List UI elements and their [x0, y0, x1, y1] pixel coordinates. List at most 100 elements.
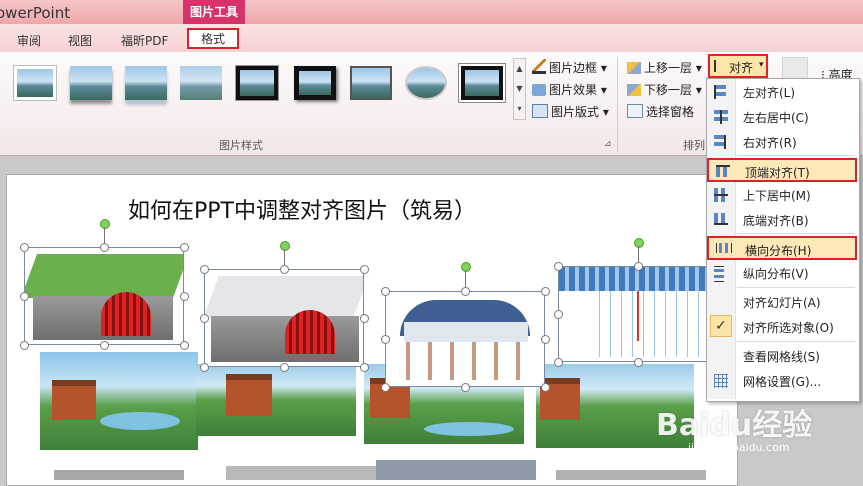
- group-separator: [617, 57, 618, 152]
- picture-style-thumb[interactable]: [405, 66, 447, 100]
- send-backward-button[interactable]: 下移一层 ▾: [627, 81, 702, 98]
- rotate-handle[interactable]: [634, 238, 644, 248]
- group-label-arrange: 排列: [683, 139, 705, 152]
- baidu-watermark-url: jingyan.baidu.com: [688, 441, 790, 454]
- rotate-stem: [638, 246, 639, 262]
- menu-item-align-middle[interactable]: 上下居中(M): [707, 183, 857, 207]
- check-icon: ✓: [715, 318, 727, 334]
- resize-handle[interactable]: [20, 292, 29, 301]
- bring-forward-button[interactable]: 上移一层 ▾: [627, 59, 702, 76]
- picture[interactable]: [40, 352, 198, 450]
- resize-handle[interactable]: [200, 363, 209, 372]
- picture-style-thumb[interactable]: [235, 65, 279, 101]
- resize-handle[interactable]: [180, 292, 189, 301]
- resize-handle[interactable]: [541, 335, 550, 344]
- picture-style-thumb[interactable]: [125, 66, 167, 100]
- menu-item-align-to-slide[interactable]: 对齐幻灯片(A): [707, 290, 857, 314]
- selected-picture-2[interactable]: [204, 269, 364, 367]
- resize-handle[interactable]: [554, 310, 563, 319]
- selected-picture-3[interactable]: [385, 291, 545, 387]
- distribute-vertical-icon: [714, 266, 724, 282]
- resize-handle[interactable]: [541, 287, 550, 296]
- resize-handle[interactable]: [100, 341, 109, 350]
- resize-handle[interactable]: [180, 243, 189, 252]
- resize-handle[interactable]: [20, 341, 29, 350]
- tab-view[interactable]: 视图: [68, 32, 92, 49]
- resize-handle[interactable]: [200, 265, 209, 274]
- baidu-watermark: Baidu经验: [656, 408, 813, 443]
- resize-handle[interactable]: [541, 383, 550, 392]
- picture[interactable]: [54, 470, 184, 480]
- resize-handle[interactable]: [360, 265, 369, 274]
- selected-picture-1[interactable]: [24, 247, 184, 345]
- menu-separator: [737, 155, 855, 156]
- picture-style-thumb[interactable]: [14, 66, 56, 100]
- rotate-stem: [104, 227, 105, 243]
- menu-item-align-selected-objects[interactable]: ✓ 对齐所选对象(O): [707, 315, 857, 339]
- context-tab-label: 图片工具: [189, 5, 238, 19]
- distribute-horizontal-icon: [716, 243, 732, 253]
- layout-icon: [532, 104, 548, 118]
- picture-style-thumb[interactable]: [70, 66, 112, 100]
- resize-handle[interactable]: [280, 363, 289, 372]
- picture-effects-button[interactable]: 图片效果 ▾: [532, 81, 607, 98]
- rotate-handle[interactable]: [280, 241, 290, 251]
- menu-separator: [737, 233, 855, 234]
- slide-title[interactable]: 如何在PPT中调整对齐图片（筑易）: [128, 193, 476, 225]
- align-button[interactable]: 对齐 ▾: [708, 54, 768, 78]
- gallery-scroll[interactable]: ▲ ▼ ▾: [513, 58, 526, 120]
- group-label-picture-styles: 图片样式: [219, 139, 263, 152]
- align-top-icon: [716, 165, 730, 177]
- resize-handle[interactable]: [381, 383, 390, 392]
- dialog-launcher-icon[interactable]: ⊿: [604, 139, 612, 149]
- menu-item-align-right[interactable]: 右对齐(R): [707, 130, 857, 154]
- resize-handle[interactable]: [200, 314, 209, 323]
- picture-style-thumb[interactable]: [294, 66, 336, 100]
- selected-picture-4[interactable]: [558, 266, 718, 362]
- resize-handle[interactable]: [20, 243, 29, 252]
- menu-item-align-bottom[interactable]: 底端对齐(B): [707, 208, 857, 232]
- tab-review[interactable]: 审阅: [17, 32, 41, 49]
- menu-item-align-top[interactable]: 顶端对齐(T): [707, 158, 857, 182]
- align-icon: [714, 60, 728, 72]
- align-center-icon: [714, 110, 728, 124]
- resize-handle[interactable]: [554, 262, 563, 271]
- picture-style-thumb[interactable]: [180, 66, 222, 100]
- resize-handle[interactable]: [381, 335, 390, 344]
- resize-handle[interactable]: [634, 262, 643, 271]
- menu-item-grid-settings[interactable]: 网格设置(G)...: [707, 369, 857, 393]
- picture[interactable]: [376, 460, 536, 480]
- menu-item-align-center[interactable]: 左右居中(C): [707, 105, 857, 129]
- resize-handle[interactable]: [360, 314, 369, 323]
- resize-handle[interactable]: [381, 287, 390, 296]
- resize-handle[interactable]: [360, 363, 369, 372]
- menu-separator: [737, 341, 855, 342]
- align-middle-icon: [714, 188, 728, 202]
- menu-item-distribute-vertically[interactable]: 纵向分布(V): [707, 261, 857, 285]
- tab-foxit-pdf[interactable]: 福昕PDF: [121, 32, 168, 49]
- pencil-icon: [532, 59, 546, 74]
- picture-layout-button[interactable]: 图片版式 ▾: [532, 103, 609, 120]
- picture[interactable]: [196, 364, 356, 436]
- rotate-stem: [465, 270, 466, 287]
- resize-handle[interactable]: [280, 265, 289, 274]
- menu-item-align-left[interactable]: 左对齐(L): [707, 80, 857, 104]
- app-title: owerPoint: [0, 4, 71, 22]
- menu-item-view-gridlines[interactable]: 查看网格线(S): [707, 344, 857, 368]
- resize-handle[interactable]: [180, 341, 189, 350]
- rotate-handle[interactable]: [461, 262, 471, 272]
- picture-style-thumb[interactable]: [461, 66, 503, 100]
- menu-item-distribute-horizontally[interactable]: 横向分布(H): [707, 236, 857, 260]
- resize-handle[interactable]: [554, 358, 563, 367]
- menu-separator: [737, 287, 855, 288]
- picture-style-thumb[interactable]: [350, 66, 392, 100]
- picture[interactable]: [556, 470, 706, 480]
- resize-handle[interactable]: [634, 358, 643, 367]
- selection-pane-button[interactable]: 选择窗格: [627, 103, 694, 120]
- resize-handle[interactable]: [461, 287, 470, 296]
- picture-border-button[interactable]: 图片边框 ▾: [532, 59, 607, 76]
- resize-handle[interactable]: [100, 243, 109, 252]
- resize-handle[interactable]: [461, 383, 470, 392]
- rotate-handle[interactable]: [100, 219, 110, 229]
- tab-format[interactable]: 格式: [187, 28, 239, 49]
